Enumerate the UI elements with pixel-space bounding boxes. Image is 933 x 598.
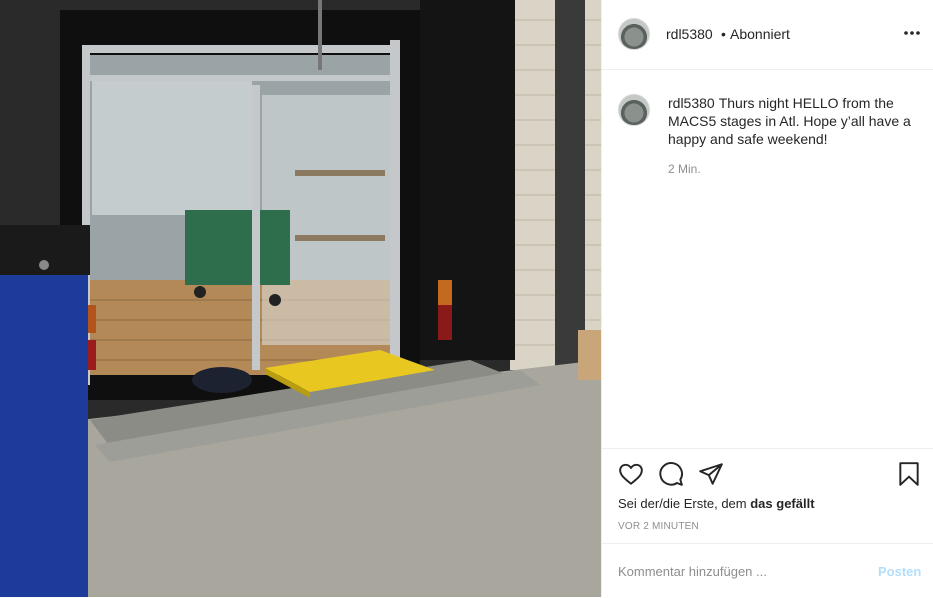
caption-avatar[interactable] bbox=[618, 94, 650, 126]
likes-prefix: Sei der/die Erste, dem bbox=[618, 496, 751, 511]
comment-bar: Posten bbox=[602, 543, 933, 598]
post-time-ago[interactable]: VOR 2 MINUTEN bbox=[618, 521, 699, 532]
post-comment-button[interactable]: Posten bbox=[878, 564, 921, 579]
comment-icon[interactable] bbox=[658, 461, 684, 487]
author-username[interactable]: rdl5380 bbox=[666, 26, 713, 42]
post-photo[interactable] bbox=[0, 0, 601, 597]
instagram-post: rdl5380 • Abonniert rdl5380 Thurs night H… bbox=[0, 0, 933, 597]
comment-input[interactable] bbox=[618, 560, 858, 582]
likes-link[interactable]: das gefällt bbox=[750, 496, 814, 511]
caption-username[interactable]: rdl5380 bbox=[668, 95, 715, 111]
follow-status-button[interactable]: Abonniert bbox=[730, 26, 790, 42]
loading-dock-photo bbox=[0, 0, 601, 597]
bookmark-icon[interactable] bbox=[896, 461, 922, 487]
likes-text: Sei der/die Erste, dem das gefällt bbox=[618, 496, 815, 511]
heart-icon[interactable] bbox=[618, 461, 644, 487]
post-caption: rdl5380 Thurs night HELLO from the MACS5 … bbox=[668, 94, 918, 148]
share-icon[interactable] bbox=[698, 461, 724, 487]
header-separator: • bbox=[721, 26, 726, 42]
caption-timestamp[interactable]: 2 Min. bbox=[668, 162, 701, 176]
author-avatar[interactable] bbox=[618, 18, 650, 50]
post-header: rdl5380 • Abonniert bbox=[602, 0, 933, 70]
more-options-icon[interactable] bbox=[902, 25, 922, 41]
post-side-panel: rdl5380 • Abonniert rdl5380 Thurs night H… bbox=[601, 0, 933, 597]
